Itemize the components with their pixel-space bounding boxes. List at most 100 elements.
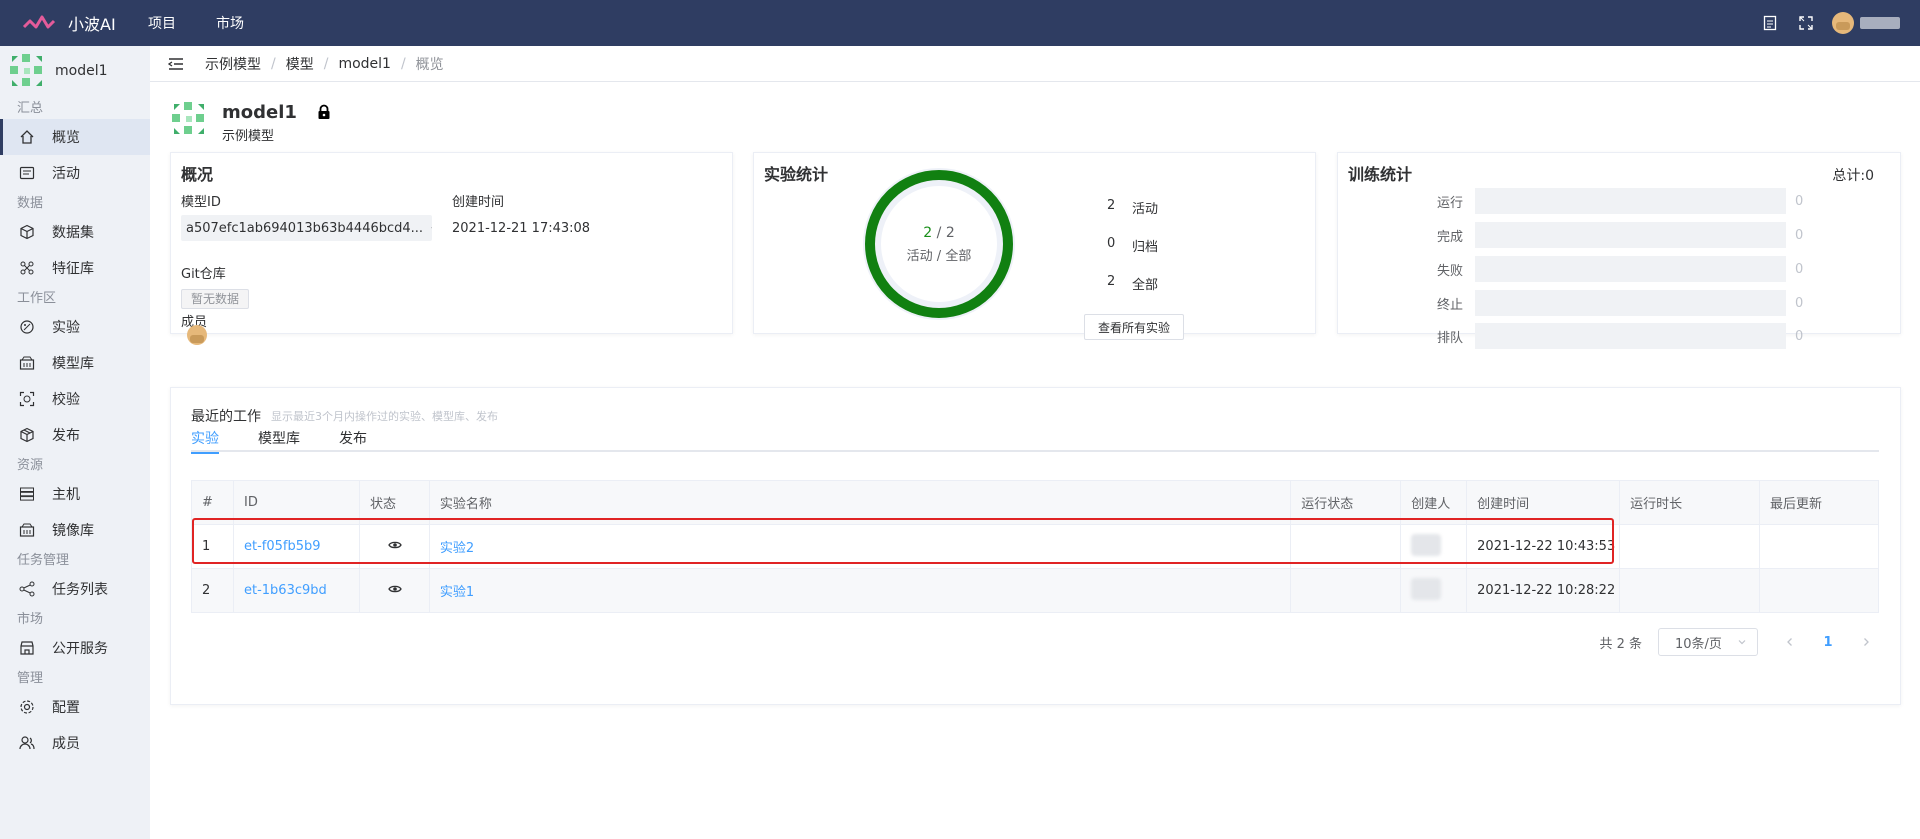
run-status-cell <box>1290 568 1402 613</box>
eye-icon[interactable] <box>388 584 402 594</box>
sidebar-item-settings[interactable]: 配置 <box>0 689 150 725</box>
table-header-row: # ID 状态 实验名称 运行状态 创建人 创建时间 运行时长 最后更新 <box>191 480 1879 525</box>
experiment-id-link[interactable]: et-1b63c9bd <box>232 568 360 613</box>
home-icon <box>18 128 36 146</box>
sidebar-item-activity[interactable]: 活动 <box>0 155 150 191</box>
project-name: model1 <box>55 63 108 79</box>
model-avatar-icon <box>172 102 204 134</box>
created-time-label: 创建时间 <box>452 195 505 210</box>
stat-row-active: 2 活动 <box>1107 198 1158 217</box>
sidebar-item-overview[interactable]: 概览 <box>0 119 150 155</box>
share-icon <box>18 580 36 598</box>
breadcrumb-item[interactable]: 示例模型 <box>205 54 261 74</box>
lock-icon <box>318 104 330 119</box>
table-row[interactable]: 1 et-f05fb5b9 实验2 2021-12-22 10:43:53 <box>191 524 1879 569</box>
duration-cell <box>1619 568 1760 613</box>
page-number[interactable]: 1 <box>1814 628 1842 656</box>
sidebar-item-validation[interactable]: 校验 <box>0 381 150 417</box>
sidebar-item-label: 活动 <box>52 166 80 182</box>
users-icon <box>18 734 36 752</box>
sidebar-item-model-store[interactable]: 模型库 <box>0 345 150 381</box>
project-avatar-icon <box>10 54 42 86</box>
breadcrumb-current: 概览 <box>415 56 444 73</box>
document-icon[interactable] <box>1760 13 1780 33</box>
sidebar-item-publish[interactable]: 发布 <box>0 417 150 453</box>
sidebar-group-resources: 资源 <box>17 458 44 473</box>
active-count: 2 <box>923 224 933 241</box>
sidebar-item-datasets[interactable]: 数据集 <box>0 214 150 250</box>
sidebar-item-hosts[interactable]: 主机 <box>0 476 150 512</box>
package-icon <box>18 426 36 444</box>
brand[interactable]: 小波AI <box>22 11 140 35</box>
table-row[interactable]: 2 et-1b63c9bd 实验1 2021-12-22 10:28:22 <box>191 568 1879 613</box>
sidebar-item-label: 主机 <box>52 487 80 503</box>
model-id-label: 模型ID <box>181 195 221 210</box>
experiment-stats-card: 实验统计 2 / 2 活动 / 全部 2 活动 0 归档 2 全部 查看所有实验 <box>753 152 1316 340</box>
sidebar-item-image-store[interactable]: 镜像库 <box>0 512 150 548</box>
page-size-select[interactable]: 10条/页 <box>1658 628 1758 656</box>
status-cell <box>358 524 430 569</box>
donut-center: 2 / 2 活动 / 全部 <box>862 167 1016 321</box>
member-avatar[interactable] <box>187 325 207 345</box>
created-time-value: 2021-12-21 17:43:08 <box>452 221 591 236</box>
experiment-name-link[interactable]: 实验2 <box>428 524 1292 569</box>
training-row-value: 0 <box>1795 193 1804 209</box>
updated-cell <box>1759 524 1879 569</box>
sidebar-item-members[interactable]: 成员 <box>0 725 150 761</box>
nav-item-market[interactable]: 市场 <box>216 13 244 33</box>
page-subtitle: 示例模型 <box>222 129 275 144</box>
feature-icon <box>18 259 36 277</box>
training-total: 总计:0 <box>1832 168 1874 184</box>
sidebar-item-label: 数据集 <box>52 225 94 241</box>
tab-publish[interactable]: 发布 <box>339 428 367 452</box>
sidebar-group-admin: 管理 <box>17 671 44 686</box>
tab-model-store[interactable]: 模型库 <box>258 428 300 452</box>
sidebar-item-label: 模型库 <box>52 356 94 372</box>
sidebar-item-task-list[interactable]: 任务列表 <box>0 571 150 607</box>
user-avatar[interactable] <box>1832 12 1854 34</box>
sidebar-item-experiments[interactable]: 实验 <box>0 309 150 345</box>
donut-label: 活动 / 全部 <box>906 248 972 264</box>
breadcrumb-separator: / <box>323 55 329 72</box>
git-repo-label: Git仓库 <box>181 267 226 282</box>
recent-work-title: 最近的工作 <box>191 409 261 425</box>
stat-num: 2 <box>1107 274 1116 289</box>
column-header: 创建人 <box>1400 480 1468 525</box>
column-header: 最后更新 <box>1759 480 1879 525</box>
sidebar-item-label: 概览 <box>52 130 80 146</box>
shop-icon <box>18 639 36 657</box>
training-row-queued: 排队 0 <box>1338 323 1904 349</box>
breadcrumb-item[interactable]: 模型 <box>286 54 314 74</box>
active-total-ratio: 2 / 2 <box>923 225 954 241</box>
sidebar-item-label: 任务列表 <box>52 582 108 598</box>
row-index: 2 <box>191 568 234 613</box>
sidebar-item-feature-store[interactable]: 特征库 <box>0 250 150 286</box>
training-row-label: 运行 <box>1436 195 1463 211</box>
tab-experiments[interactable]: 实验 <box>191 428 219 454</box>
fullscreen-icon[interactable] <box>1796 13 1816 33</box>
chevron-down-icon <box>1738 640 1746 645</box>
training-row-value: 0 <box>1795 227 1804 243</box>
username-redacted[interactable] <box>1860 17 1900 29</box>
sidebar-item-label: 配置 <box>52 700 80 716</box>
breadcrumb-item[interactable]: model1 <box>338 56 391 72</box>
view-all-experiments-button[interactable]: 查看所有实验 <box>1084 314 1184 340</box>
sidebar-item-label: 发布 <box>52 428 80 444</box>
sidebar-group-tasks: 任务管理 <box>17 553 70 568</box>
sidebar-group-market: 市场 <box>17 612 44 627</box>
prev-page-button[interactable] <box>1776 628 1804 656</box>
nav-item-projects[interactable]: 项目 <box>148 13 176 33</box>
logo-icon <box>22 15 56 29</box>
experiment-id-link[interactable]: et-f05fb5b9 <box>232 524 360 569</box>
sidebar-item-label: 公开服务 <box>52 641 108 657</box>
experiment-name-link[interactable]: 实验1 <box>428 568 1292 613</box>
top-right-actions <box>1744 0 1900 46</box>
sidebar-item-public-services[interactable]: 公开服务 <box>0 630 150 666</box>
project-header[interactable]: model1 <box>0 46 150 96</box>
copy-icon[interactable] <box>431 222 432 234</box>
breadcrumb-bar: 示例模型 / 模型 / model1 / 概览 <box>150 46 1920 82</box>
menu-fold-icon[interactable] <box>167 55 185 73</box>
chevron-right-icon <box>1864 638 1869 646</box>
eye-icon[interactable] <box>388 540 402 550</box>
next-page-button[interactable] <box>1852 628 1880 656</box>
